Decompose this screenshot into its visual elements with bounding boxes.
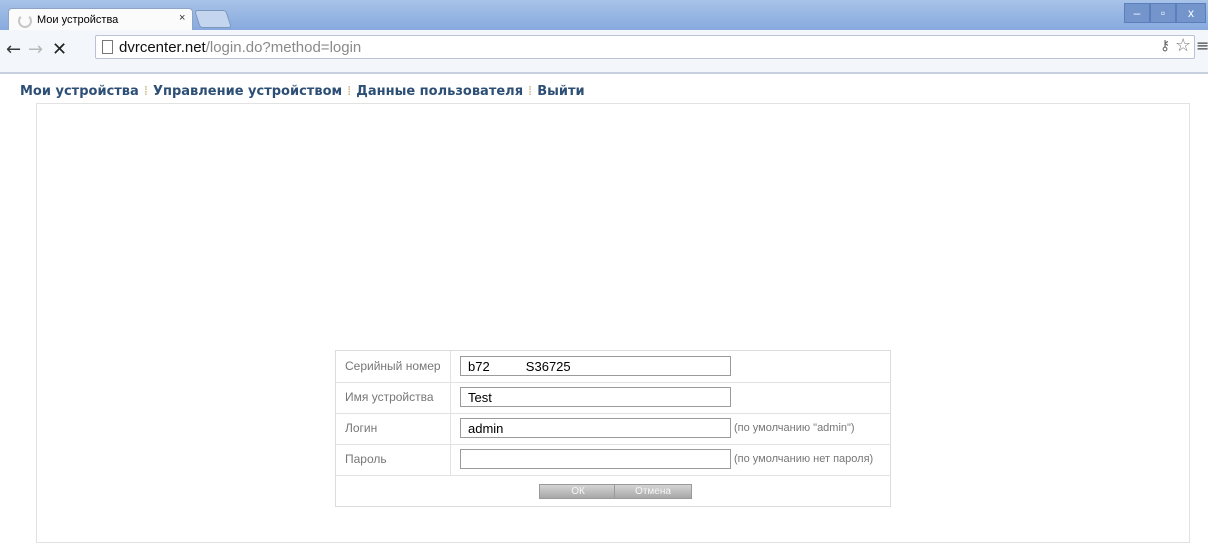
url-host: dvrcenter.net [119, 39, 206, 56]
menu-icon[interactable]: ≡ [1196, 36, 1208, 55]
maximize-button[interactable]: ▫ [1150, 3, 1176, 23]
stop-icon[interactable]: ✕ [52, 41, 67, 59]
minimize-button[interactable]: – [1124, 3, 1150, 23]
star-icon[interactable]: ☆ [1175, 35, 1191, 56]
device-form: Серийный номер Имя устройства Логин (по … [335, 350, 891, 507]
nav-link-device-management[interactable]: Управление устройством [153, 84, 342, 99]
serial-number-input[interactable] [460, 356, 731, 376]
page-nav: Мои устройства ⁞ Управление устройством ⁞ Да… [20, 84, 585, 99]
login-input[interactable] [460, 418, 731, 438]
password-hint: (по умолчанию нет пароля) [734, 453, 874, 465]
page-icon [102, 40, 113, 54]
device-name-input[interactable] [460, 387, 731, 407]
browser-title-bar: Мои устройства × – ▫ x [0, 0, 1208, 30]
key-icon[interactable]: ⚷ [1160, 38, 1170, 54]
browser-tab[interactable]: Мои устройства × [8, 8, 193, 30]
password-label: Пароль [336, 444, 451, 475]
nav-separator: ⁞ [528, 84, 533, 99]
browser-toolbar: ← → ✕ dvrcenter.net/login.do?method=logi… [0, 30, 1208, 74]
url-text: dvrcenter.net/login.do?method=login [119, 39, 361, 56]
forward-arrow-icon[interactable]: → [28, 41, 43, 59]
nav-link-my-devices[interactable]: Мои устройства [20, 84, 139, 99]
nav-link-logout[interactable]: Выйти [537, 84, 584, 99]
new-tab-button[interactable] [194, 10, 232, 28]
loading-spinner-icon [18, 14, 32, 28]
form-row-device: Имя устройства [336, 382, 890, 414]
password-input[interactable] [460, 449, 731, 469]
close-window-button[interactable]: x [1176, 3, 1206, 23]
serial-label: Серийный номер [336, 351, 451, 382]
tab-close-icon[interactable]: × [179, 12, 185, 24]
form-buttons: ОК Отмена [336, 475, 890, 506]
url-path: /login.do?method=login [205, 39, 362, 56]
device-name-label: Имя устройства [336, 382, 451, 413]
back-arrow-icon[interactable]: ← [6, 41, 21, 59]
login-label: Логин [336, 413, 451, 444]
form-row-serial: Серийный номер [336, 351, 890, 383]
form-row-login: Логин (по умолчанию "admin") [336, 413, 890, 445]
nav-link-user-data[interactable]: Данные пользователя [356, 84, 523, 99]
form-row-password: Пароль (по умолчанию нет пароля) [336, 444, 890, 476]
login-hint: (по умолчанию "admin") [734, 422, 855, 434]
nav-separator: ⁞ [347, 84, 352, 99]
cancel-button[interactable]: Отмена [614, 484, 692, 499]
address-bar[interactable]: dvrcenter.net/login.do?method=login [95, 35, 1195, 59]
tab-title: Мои устройства [37, 14, 119, 26]
ok-button[interactable]: ОК [539, 484, 617, 499]
nav-separator: ⁞ [143, 84, 148, 99]
